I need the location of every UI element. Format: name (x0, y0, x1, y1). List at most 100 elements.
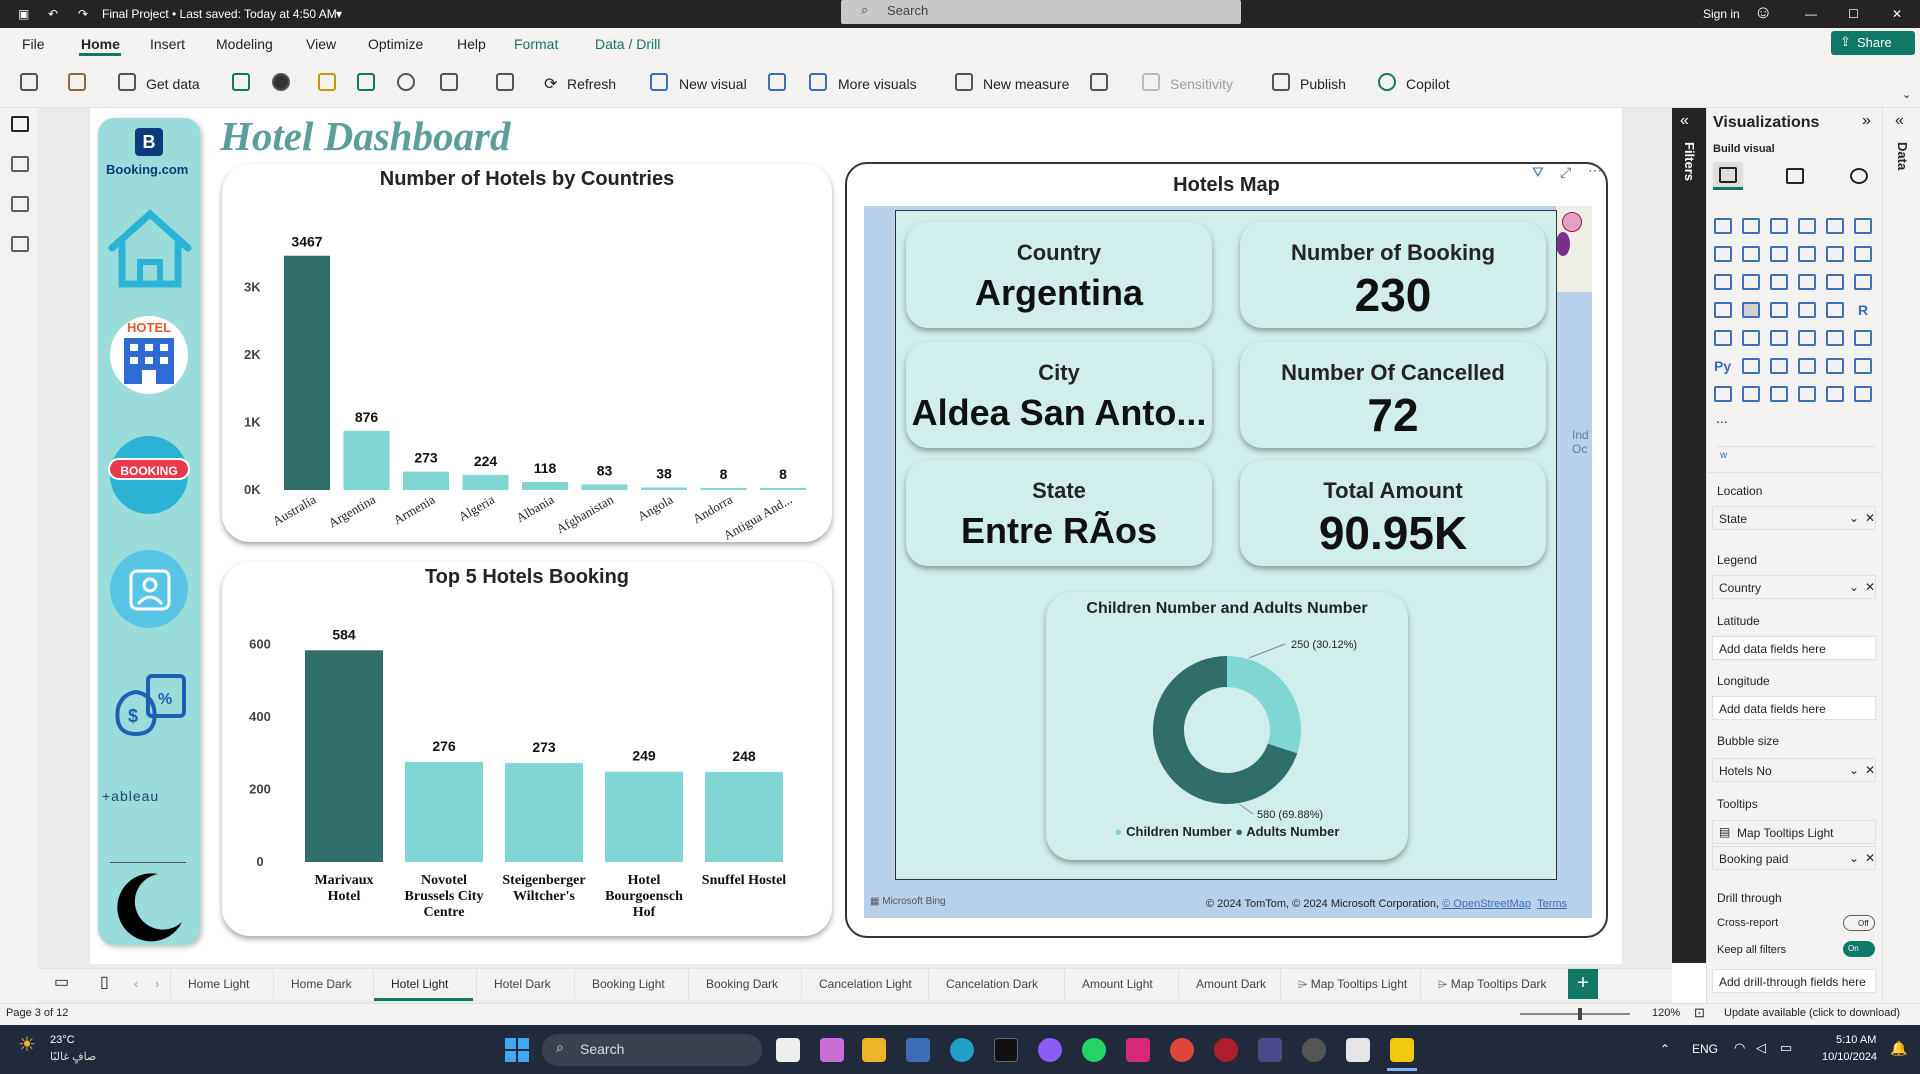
start-icon[interactable] (505, 1038, 529, 1062)
format-painter-icon[interactable] (68, 73, 86, 91)
media-player-icon[interactable] (1302, 1038, 1326, 1062)
visual-type-icon[interactable] (1742, 302, 1760, 318)
visual-type-icon[interactable] (1798, 274, 1816, 290)
show-hidden-icon[interactable]: ⌃ (1660, 1042, 1670, 1056)
page-tab[interactable]: ⌲ Map Tooltips Light (1298, 977, 1407, 992)
visual-type-icon[interactable] (1742, 246, 1760, 262)
page-tab[interactable]: Booking Light (592, 977, 665, 991)
remove-field-icon[interactable]: ✕ (1865, 580, 1875, 594)
bar[interactable] (705, 772, 783, 862)
new-visual-icon[interactable] (650, 73, 668, 91)
notification-bell-icon[interactable]: 🔔 (1890, 1040, 1907, 1057)
visual-type-icon[interactable] (1854, 358, 1872, 374)
battery-icon[interactable]: ▭ (1780, 1040, 1792, 1056)
new-measure-icon[interactable] (955, 73, 973, 91)
bar[interactable] (522, 482, 568, 490)
publish-button[interactable]: Publish (1300, 76, 1346, 92)
osm-link[interactable]: © OpenStreetMap (1442, 898, 1531, 910)
visual-type-icon[interactable] (1714, 386, 1732, 402)
quick-measure-icon[interactable] (1090, 73, 1108, 91)
page-tab[interactable]: Amount Dark (1196, 977, 1266, 991)
update-available[interactable]: Update available (click to download) (1724, 1007, 1900, 1019)
chevron-down-icon[interactable]: ⌄ (1849, 763, 1859, 777)
menu-modeling[interactable]: Modeling (216, 36, 273, 52)
visual-type-icon[interactable] (1854, 246, 1872, 262)
sql-icon[interactable] (318, 73, 336, 91)
language-indicator[interactable]: ENG (1692, 1042, 1718, 1056)
visual-type-icon[interactable] (1798, 330, 1816, 346)
zoom-slider[interactable] (1520, 1013, 1630, 1015)
fit-page-icon[interactable]: ⊡ (1694, 1005, 1705, 1021)
menu-home[interactable]: Home (81, 36, 120, 52)
cross-report-toggle[interactable]: Off (1843, 915, 1875, 931)
dax-query-icon[interactable] (11, 236, 29, 252)
visual-type-icon[interactable] (1854, 330, 1872, 346)
page-tab[interactable]: Cancelation Light (819, 977, 912, 991)
file-explorer-icon[interactable] (862, 1038, 886, 1062)
zoom-thumb[interactable] (1578, 1008, 1582, 1020)
page-tab[interactable]: Amount Light (1082, 977, 1153, 991)
chrome-icon[interactable] (1170, 1038, 1194, 1062)
visual-type-icon[interactable] (1714, 246, 1732, 262)
bar[interactable] (284, 255, 330, 490)
add-page-button[interactable]: + (1568, 969, 1598, 999)
page-tab[interactable]: ⌲ Map Tooltips Dark (1438, 977, 1547, 992)
visual-type-icon[interactable] (1826, 218, 1844, 234)
next-page-icon[interactable]: › (155, 976, 159, 991)
menu-file[interactable]: File (22, 36, 45, 52)
security-app-icon[interactable] (1214, 1038, 1238, 1062)
filters-label[interactable]: Filters (1682, 142, 1697, 181)
bar[interactable] (760, 488, 806, 490)
excel-icon[interactable] (232, 73, 250, 91)
maximize-icon[interactable]: ☐ (1848, 7, 1859, 21)
chevron-down-icon[interactable]: ⌄ (1849, 580, 1859, 594)
new-measure-button[interactable]: New measure (983, 76, 1069, 92)
visual-type-icon[interactable] (1770, 330, 1788, 346)
expand-icon[interactable]: » (1862, 112, 1871, 130)
page-tab[interactable]: Booking Dark (706, 977, 778, 991)
data-label[interactable]: Data (1895, 142, 1910, 170)
bar[interactable] (462, 474, 509, 490)
money-bill-icon[interactable]: $ % (110, 668, 190, 738)
weather-icon[interactable]: ☀ (18, 1032, 36, 1057)
bar[interactable] (700, 488, 747, 490)
visual-type-icon[interactable] (1742, 274, 1760, 290)
visual-type-icon[interactable]: Py (1714, 358, 1732, 374)
account-icon[interactable]: ☺ (1754, 2, 1772, 23)
visual-type-icon[interactable] (1854, 386, 1872, 402)
collapse-ribbon-icon[interactable]: ⌄ (1902, 88, 1911, 101)
visual-type-icon[interactable] (1742, 218, 1760, 234)
drill-through-well[interactable]: Add drill-through fields here (1712, 969, 1876, 993)
new-visual-button[interactable]: New visual (679, 76, 747, 92)
menu-optimize[interactable]: Optimize (368, 36, 423, 52)
visual-type-icon[interactable] (1826, 302, 1844, 318)
more-visuals-button[interactable]: More visuals (838, 76, 917, 92)
collapse-icon[interactable]: « (1895, 112, 1904, 130)
hotels-by-country-card[interactable]: Number of Hotels by Countries 0K 1K 2K 3K 34… (222, 164, 832, 542)
visual-type-icon[interactable] (1826, 330, 1844, 346)
get-data-button[interactable]: Get data (146, 76, 200, 92)
visual-type-icon[interactable] (1826, 246, 1844, 262)
visual-type-icon[interactable] (1826, 274, 1844, 290)
visual-type-icon[interactable] (1798, 246, 1816, 262)
mobile-layout-icon[interactable]: ▯ (100, 972, 109, 992)
instagram-icon[interactable] (1126, 1038, 1150, 1062)
menu-data-drill[interactable]: Data / Drill (595, 36, 660, 52)
dataverse-icon[interactable] (397, 73, 415, 91)
visual-type-icon[interactable] (1770, 246, 1788, 262)
prev-page-icon[interactable]: ‹ (134, 976, 138, 991)
visual-type-icon[interactable] (1714, 218, 1732, 234)
chevron-down-icon[interactable]: ⌄ (1849, 511, 1859, 525)
menu-format[interactable]: Format (514, 36, 558, 52)
visual-type-icon[interactable] (1798, 386, 1816, 402)
page-tab[interactable]: Cancelation Dark (946, 977, 1038, 991)
copilot-icon[interactable] (1378, 73, 1396, 91)
visual-type-icon[interactable] (1742, 358, 1760, 374)
latitude-well[interactable]: Add data fields here (1712, 636, 1876, 660)
store-icon[interactable] (906, 1038, 930, 1062)
visual-type-icon[interactable] (1714, 274, 1732, 290)
clock-time[interactable]: 5:10 AM (1836, 1034, 1876, 1046)
filters-strip[interactable]: « Filters (1672, 108, 1706, 963)
get-data-icon[interactable] (118, 73, 136, 91)
kpi-number-of-booking[interactable]: Number of Booking 230 (1240, 222, 1546, 328)
